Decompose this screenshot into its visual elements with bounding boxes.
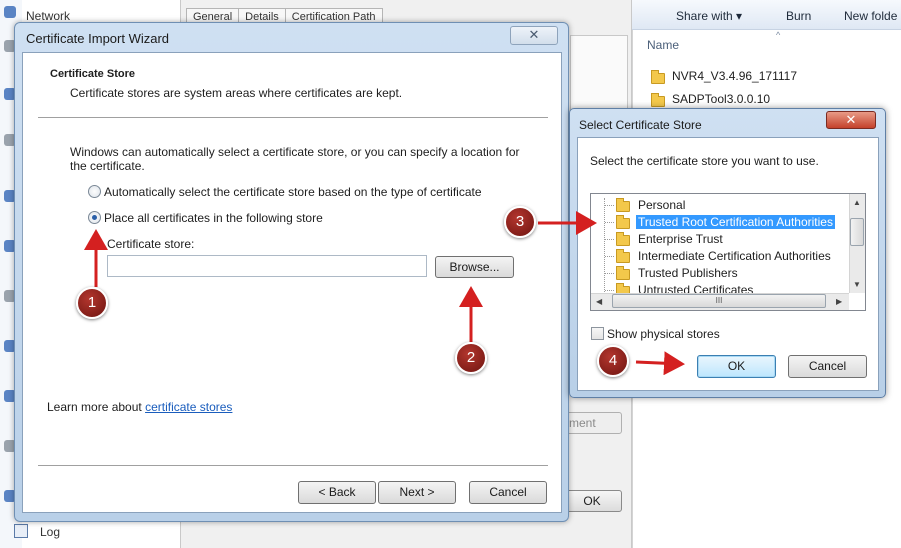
step-badge-2: 2: [455, 342, 487, 374]
annotation-arrows: [84, 211, 685, 376]
step-badge-4: 4: [597, 345, 629, 377]
step-badge-1: 1: [76, 287, 108, 319]
arrow-to-ok: [635, 351, 685, 376]
step-badge-3: 3: [504, 206, 536, 238]
